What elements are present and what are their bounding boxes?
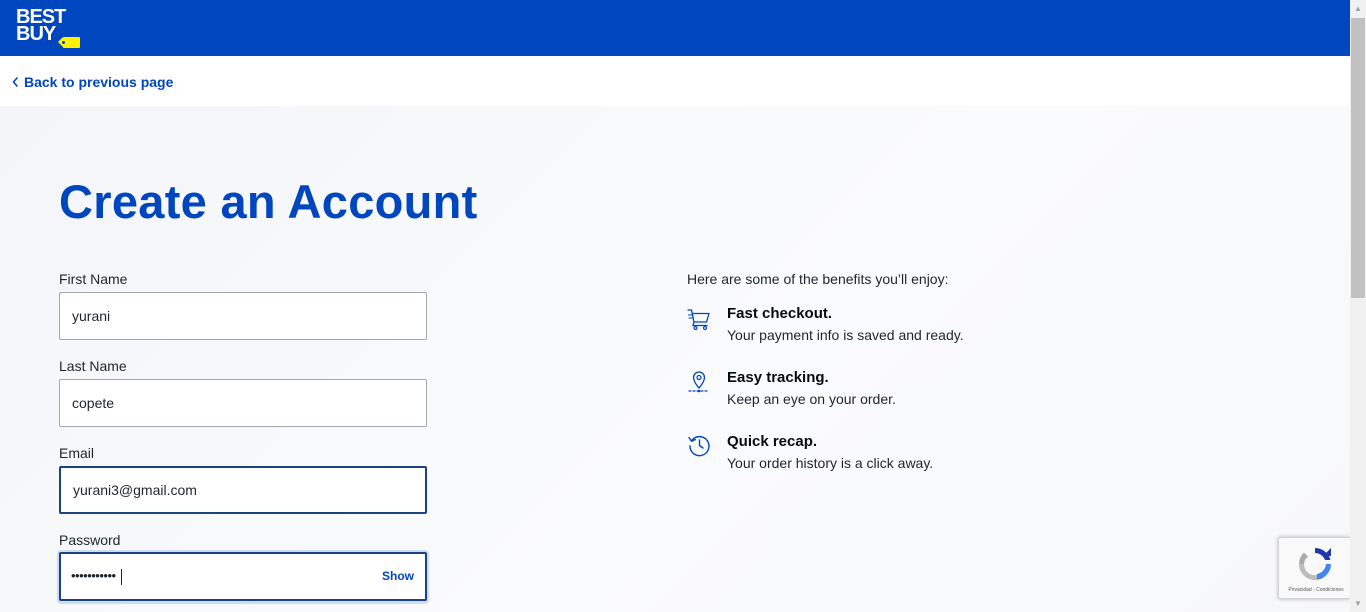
text-caret <box>121 569 122 585</box>
benefit-desc-quick-recap: Your order history is a click away. <box>727 455 934 471</box>
benefit-desc-easy-tracking: Keep an eye on your order. <box>727 391 896 407</box>
chevron-left-icon <box>12 77 18 87</box>
history-clock-icon <box>688 435 710 457</box>
logo-tag-icon <box>58 37 80 48</box>
page-title: Create an Account <box>59 175 478 228</box>
back-link-label: Back to previous page <box>24 74 174 90</box>
scroll-down-arrow-icon[interactable]: ▼ <box>1350 595 1366 612</box>
email-input[interactable] <box>59 466 427 514</box>
benefits-intro: Here are some of the benefits you’ll enj… <box>687 271 949 287</box>
scroll-up-arrow-icon[interactable]: ▲ <box>1350 0 1366 17</box>
location-pin-icon <box>688 371 710 393</box>
recaptcha-icon <box>1298 548 1331 581</box>
cart-icon <box>687 309 710 331</box>
recaptcha-badge[interactable]: Privacidad - Condiciones <box>1278 537 1350 599</box>
scrollbar-thumb[interactable] <box>1351 18 1365 298</box>
email-label: Email <box>59 445 95 461</box>
benefit-title-fast-checkout: Fast checkout. <box>727 305 833 322</box>
back-to-previous-page-link[interactable]: Back to previous page <box>12 72 173 92</box>
first-name-label: First Name <box>59 271 128 287</box>
benefit-title-quick-recap: Quick recap. <box>727 433 818 450</box>
password-masked-value: ••••••••••• <box>71 568 116 583</box>
bestbuy-logo[interactable]: BEST BUY <box>16 7 82 51</box>
password-label: Password <box>59 532 121 548</box>
last-name-label: Last Name <box>59 358 127 374</box>
benefit-desc-fast-checkout: Your payment info is saved and ready. <box>727 327 964 343</box>
last-name-input[interactable] <box>59 379 427 427</box>
first-name-input[interactable] <box>59 292 427 340</box>
benefit-title-easy-tracking: Easy tracking. <box>727 369 829 386</box>
top-header: BEST BUY <box>0 0 1350 56</box>
show-password-button[interactable]: Show <box>382 569 414 583</box>
page: BEST BUY Back to previous page Create an… <box>0 0 1366 612</box>
recaptcha-links[interactable]: Privacidad - Condiciones <box>1283 587 1349 593</box>
